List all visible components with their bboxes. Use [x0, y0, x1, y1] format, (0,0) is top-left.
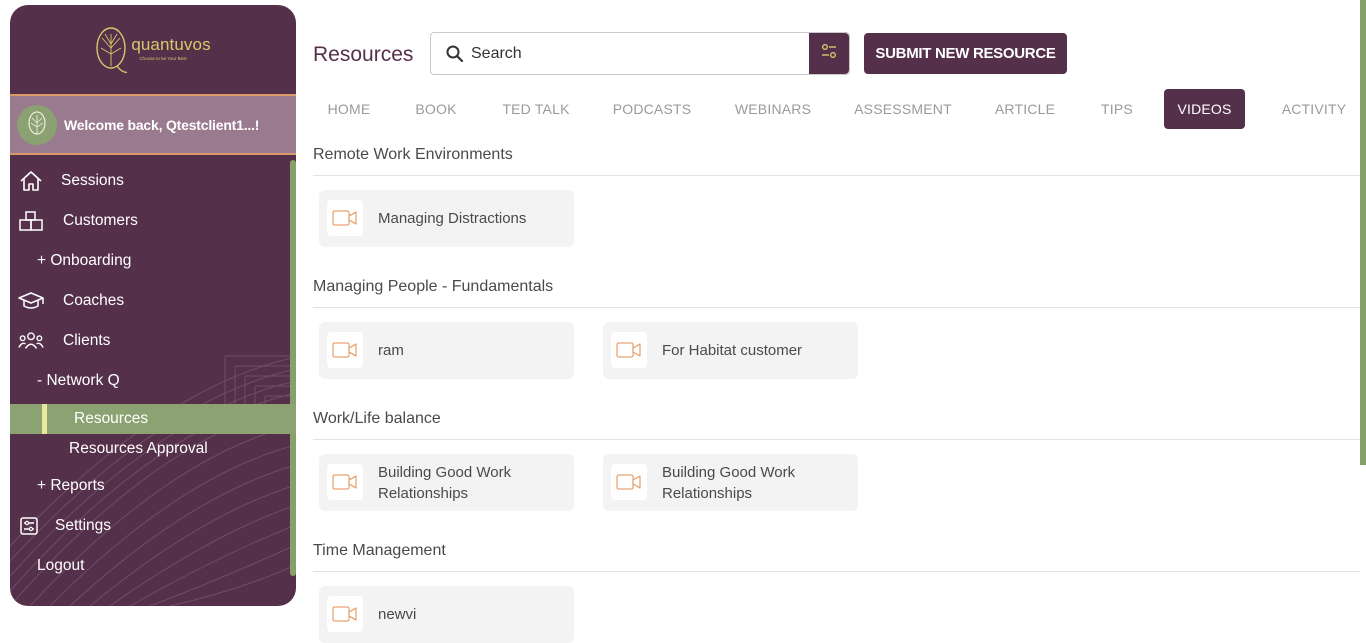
section-divider: [313, 439, 1360, 440]
search-icon: [445, 44, 465, 64]
section-divider: [313, 571, 1360, 572]
sidebar-item-settings[interactable]: Settings: [10, 510, 296, 542]
avatar[interactable]: [17, 104, 57, 145]
resource-card[interactable]: Building Good Work Relationships: [603, 454, 858, 511]
section-title: Work/Life balance: [313, 410, 441, 427]
tab-home[interactable]: HOME: [313, 89, 385, 129]
video-camera-icon: [611, 464, 647, 500]
brand-name: quantuvos: [131, 34, 211, 54]
video-camera-icon: [611, 332, 647, 368]
tab-webinars[interactable]: WEBINARS: [725, 89, 821, 129]
sidebar-item-label: Resources: [74, 410, 149, 427]
tab-article[interactable]: ARTICLE: [987, 89, 1063, 129]
resource-title: For Habitat customer: [662, 342, 803, 359]
section-divider: [313, 307, 1360, 308]
sidebar-item-network-q[interactable]: - Network Q: [10, 365, 296, 397]
sidebar-item-customers[interactable]: Customers: [10, 205, 296, 237]
resource-card[interactable]: For Habitat customer: [603, 322, 858, 379]
section-divider: [313, 175, 1360, 176]
sidebar-item-label: + Onboarding: [37, 252, 132, 269]
search-box[interactable]: [430, 32, 850, 75]
sidebar-item-clients[interactable]: Clients: [10, 325, 296, 357]
home-icon: [18, 168, 44, 194]
page-scrollbar[interactable]: [1360, 0, 1366, 465]
sidebar-item-reports[interactable]: + Reports: [10, 470, 296, 502]
tab-book[interactable]: BOOK: [401, 89, 471, 129]
resource-title: ram: [378, 342, 404, 359]
sidebar-item-label: Customers: [63, 212, 138, 229]
video-camera-icon: [327, 200, 363, 236]
sidebar-item-sessions[interactable]: Sessions: [10, 165, 296, 197]
graduation-cap-icon: [18, 288, 44, 314]
resource-card[interactable]: newvi: [319, 586, 574, 643]
tab-tips[interactable]: TIPS: [1093, 89, 1141, 129]
submit-new-resource-button[interactable]: SUBMIT NEW RESOURCE: [864, 33, 1067, 74]
sidebar-item-logout[interactable]: Logout: [10, 550, 296, 582]
sidebar-item-label: Clients: [63, 332, 111, 349]
tab-ted-talk[interactable]: TED TALK: [493, 89, 579, 129]
filter-icon: [819, 41, 839, 66]
section-title: Remote Work Environments: [313, 146, 513, 163]
sidebar-item-label: - Network Q: [37, 372, 120, 389]
video-camera-icon: [327, 596, 363, 632]
sidebar-item-resources-approval[interactable]: Resources Approval: [10, 434, 296, 464]
logo[interactable]: quantuvos Choose to be Your Best: [10, 5, 296, 94]
main-content: Resources SUBMIT NEW RESOURCE HOME BOOK …: [313, 0, 1366, 643]
resource-tabs: HOME BOOK TED TALK PODCASTS WEBINARS ASS…: [313, 89, 1366, 129]
search-input[interactable]: [471, 42, 801, 66]
resource-title: Managing Distractions: [378, 210, 527, 227]
resource-title: Building Good Work Relationships: [662, 463, 796, 502]
boxes-icon: [18, 208, 44, 234]
tab-podcasts[interactable]: PODCASTS: [605, 89, 699, 129]
sidebar-item-onboarding[interactable]: + Onboarding: [10, 245, 296, 277]
video-camera-icon: [327, 464, 363, 500]
sidebar-item-coaches[interactable]: Coaches: [10, 285, 296, 317]
resource-card[interactable]: ram: [319, 322, 574, 379]
filter-button[interactable]: [809, 33, 849, 74]
sidebar-item-label: Sessions: [61, 172, 124, 189]
resource-title: newvi: [378, 606, 417, 623]
settings-sliders-icon: [16, 513, 42, 539]
section-title: Managing People - Fundamentals: [313, 278, 554, 295]
welcome-banner: Welcome back, Qtestclient1...!: [10, 94, 296, 155]
video-camera-icon: [327, 332, 363, 368]
sidebar-item-label: Coaches: [63, 292, 125, 309]
sidebar-item-label: Logout: [37, 557, 85, 574]
sidebar: quantuvos Choose to be Your Best Welcome…: [10, 5, 296, 606]
welcome-text: Welcome back, Qtestclient1...!: [64, 116, 260, 133]
resource-card[interactable]: Building Good Work Relationships: [319, 454, 574, 511]
tree-logo-icon: [95, 26, 130, 74]
sidebar-item-label: + Reports: [37, 477, 105, 494]
section-title: Time Management: [313, 542, 446, 559]
brand-tagline: Choose to be Your Best: [139, 55, 187, 61]
page-title: Resources: [313, 43, 414, 66]
tab-assessment[interactable]: ASSESSMENT: [849, 89, 957, 129]
active-indicator: [42, 404, 47, 434]
sidebar-item-resources[interactable]: Resources: [10, 404, 296, 434]
sidebar-item-label: Settings: [55, 517, 112, 534]
tab-videos[interactable]: VIDEOS: [1164, 89, 1245, 129]
users-icon: [18, 328, 44, 354]
tab-activity[interactable]: ACTIVITY: [1267, 89, 1361, 129]
resource-title: Building Good Work Relationships: [378, 463, 512, 502]
resource-card[interactable]: Managing Distractions: [319, 190, 574, 247]
sidebar-item-label: Resources Approval: [69, 440, 208, 457]
